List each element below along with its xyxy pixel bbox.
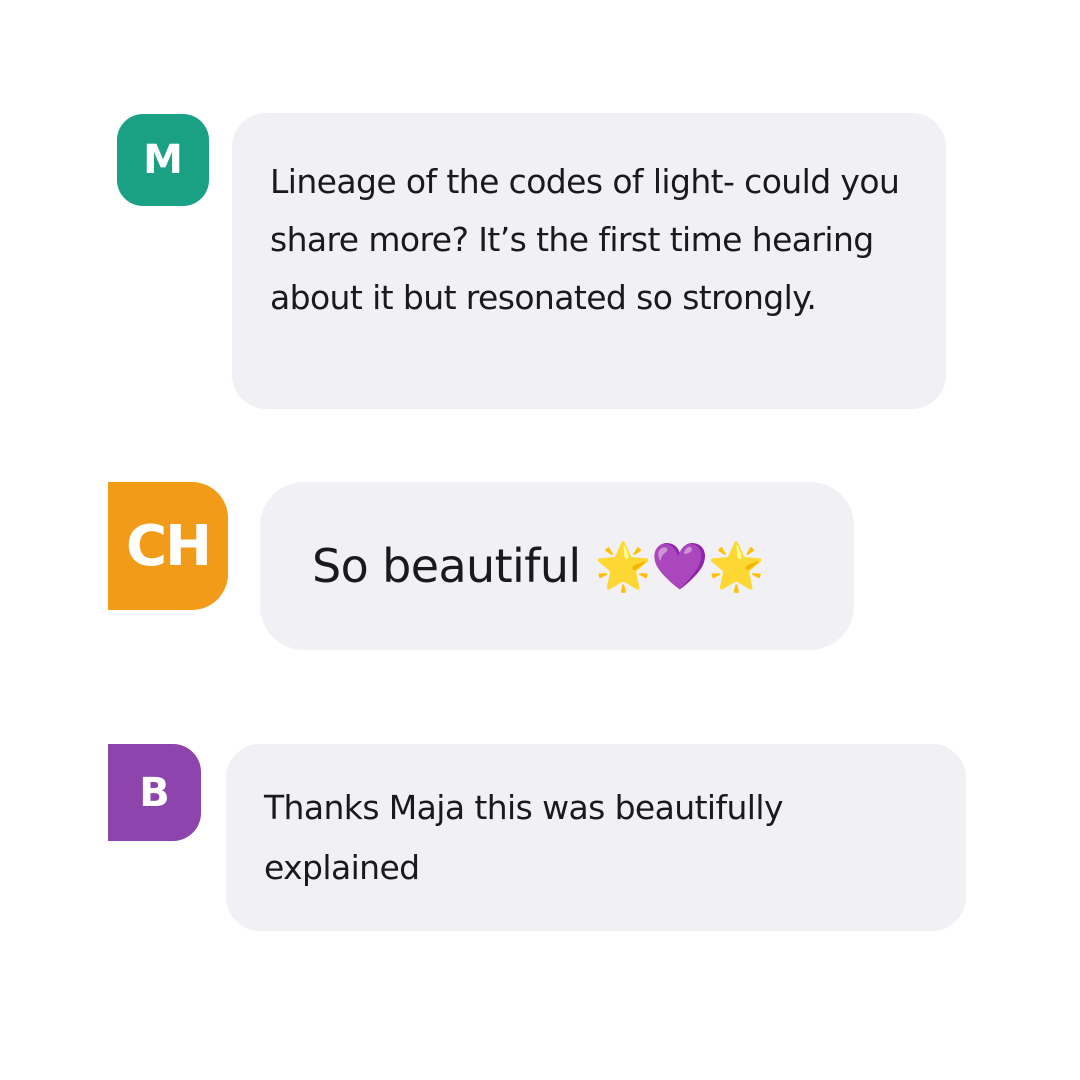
message-bubble[interactable]: Lineage of the codes of light- could you… [232,113,946,409]
avatar-initials: CH [126,513,212,579]
avatar-initials: B [139,769,170,816]
message-text: Lineage of the codes of light- could you… [270,162,900,317]
avatar[interactable]: CH [108,482,228,610]
message-text: Thanks Maja this was beautifully explain… [264,788,783,887]
avatar[interactable]: M [117,114,209,206]
avatar[interactable]: B [108,744,201,841]
message-bubble[interactable]: Thanks Maja this was beautifully explain… [226,744,966,931]
avatar-initials: M [143,137,183,183]
message-text: So beautiful 🌟💜🌟 [312,539,765,593]
message-bubble[interactable]: So beautiful 🌟💜🌟 [260,482,854,650]
